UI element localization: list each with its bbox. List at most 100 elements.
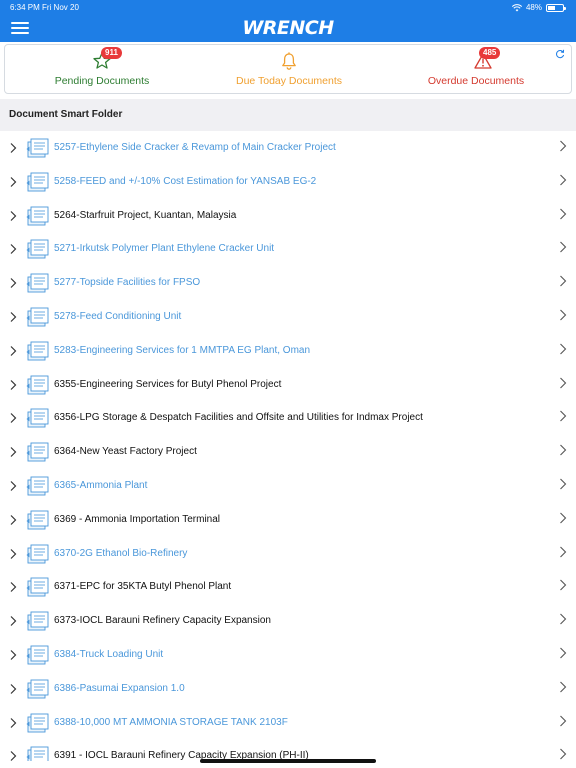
expand-arrow-icon[interactable] <box>8 412 18 424</box>
document-folder-icon <box>26 375 49 395</box>
list-item[interactable]: 6369 - Ammonia Importation Terminal <box>0 503 576 537</box>
document-title: 6364-New Yeast Factory Project <box>54 446 197 458</box>
document-title: 6388-10,000 MT AMMONIA STORAGE TANK 2103… <box>54 716 288 728</box>
chevron-right-icon <box>560 444 567 456</box>
expand-arrow-icon[interactable] <box>8 210 18 222</box>
list-item[interactable]: 6364-New Yeast Factory Project <box>0 435 576 469</box>
due-today-documents-button[interactable]: Due Today Documents <box>194 45 384 93</box>
document-title: 5257-Ethylene Side Cracker & Revamp of M… <box>54 142 336 153</box>
list-item[interactable]: 5258-FEED and +/-10% Cost Estimation for… <box>0 165 576 199</box>
chevron-right-icon <box>560 613 567 625</box>
status-bar: 6:34 PM Fri Nov 20 48% <box>0 0 576 14</box>
chevron-right-icon <box>560 512 567 524</box>
expand-arrow-icon[interactable] <box>8 750 18 761</box>
document-title: 6356-LPG Storage & Despatch Facilities a… <box>54 412 423 424</box>
list-item[interactable]: 6356-LPG Storage & Despatch Facilities a… <box>0 401 576 435</box>
chevron-right-icon <box>560 681 567 693</box>
chevron-right-icon <box>560 377 567 388</box>
document-title: 6384-Truck Loading Unit <box>54 648 164 660</box>
expand-arrow-icon[interactable] <box>8 311 18 323</box>
wifi-icon <box>511 3 522 11</box>
list-item[interactable]: 6388-10,000 MT AMMONIA STORAGE TANK 2103… <box>0 706 576 740</box>
pending-documents-button[interactable]: 911 Pending Documents <box>7 45 197 93</box>
document-title: 5277-Topside Facilities for FPSO <box>54 277 201 289</box>
chevron-right-icon <box>560 579 567 591</box>
document-folder-icon <box>26 172 49 192</box>
status-right: 48% <box>511 3 566 12</box>
document-title: 5278-Feed Conditioning Unit <box>54 310 182 322</box>
expand-arrow-icon[interactable] <box>8 379 18 391</box>
due-today-documents-label: Due Today Documents <box>235 75 343 87</box>
expand-arrow-icon[interactable] <box>8 446 18 458</box>
list-item[interactable]: 6373-IOCL Barauni Refinery Capacity Expa… <box>0 604 576 638</box>
expand-arrow-icon[interactable] <box>8 345 18 357</box>
document-folder-icon <box>26 746 49 761</box>
document-folder-icon <box>26 341 49 361</box>
list-item[interactable]: 5277-Topside Facilities for FPSO <box>0 266 576 300</box>
document-title: 6370-2G Ethanol Bio-Refinery <box>54 547 188 559</box>
chevron-right-icon <box>560 208 567 219</box>
document-title: 5271-Irkutsk Polymer Plant Ethylene Crac… <box>54 243 275 255</box>
pending-documents-label: Pending Documents <box>54 75 150 87</box>
pending-count-badge: 911 <box>101 47 122 59</box>
home-indicator[interactable] <box>200 759 376 763</box>
expand-arrow-icon[interactable] <box>8 514 18 526</box>
document-folder-icon <box>26 442 49 462</box>
chevron-right-icon <box>560 309 567 321</box>
chevron-right-icon <box>560 174 567 186</box>
list-item[interactable]: 5278-Feed Conditioning Unit <box>0 300 576 334</box>
chevron-right-icon <box>560 647 567 659</box>
list-item[interactable]: 5271-Irkutsk Polymer Plant Ethylene Crac… <box>0 232 576 266</box>
document-folder-icon <box>26 408 49 428</box>
chevron-right-icon <box>560 275 567 287</box>
expand-arrow-icon[interactable] <box>8 548 18 560</box>
list-item[interactable]: 6371-EPC for 35KTA Butyl Phenol Plant <box>0 570 576 604</box>
list-item[interactable]: 6365-Ammonia Plant <box>0 469 576 503</box>
expand-arrow-icon[interactable] <box>8 615 18 627</box>
document-title: 6369 - Ammonia Importation Terminal <box>54 513 221 525</box>
expand-arrow-icon[interactable] <box>8 142 18 154</box>
list-item[interactable]: 5283-Engineering Services for 1 MMTPA EG… <box>0 334 576 368</box>
document-folder-icon <box>26 510 49 530</box>
list-item[interactable]: 6384-Truck Loading Unit <box>0 638 576 672</box>
document-folder-icon <box>26 206 49 226</box>
top-nav-bar: 6:34 PM Fri Nov 20 48% WRENCH <box>0 0 576 42</box>
document-title: 5264-Starfruit Project, Kuantan, Malaysi… <box>54 209 237 221</box>
status-time: 6:34 PM <box>10 3 40 12</box>
document-title: 6365-Ammonia Plant <box>54 479 148 491</box>
expand-arrow-icon[interactable] <box>8 277 18 289</box>
expand-arrow-icon[interactable] <box>8 717 18 729</box>
refresh-icon[interactable] <box>555 49 565 59</box>
document-title: 6355-Engineering Services for Butyl Phen… <box>54 378 282 390</box>
document-folder-icon <box>26 577 49 597</box>
expand-arrow-icon[interactable] <box>8 480 18 492</box>
document-title: 6371-EPC for 35KTA Butyl Phenol Plant <box>54 581 232 593</box>
chevron-right-icon <box>560 478 567 490</box>
list-item[interactable]: 6370-2G Ethanol Bio-Refinery <box>0 537 576 571</box>
document-title: 5258-FEED and +/-10% Cost Estimation for… <box>54 175 317 187</box>
chevron-right-icon <box>560 748 567 760</box>
document-folder-icon <box>26 476 49 496</box>
document-title: 6386-Pasumai Expansion 1.0 <box>54 682 185 694</box>
list-item[interactable]: 5257-Ethylene Side Cracker & Revamp of M… <box>0 131 576 165</box>
expand-arrow-icon[interactable] <box>8 243 18 255</box>
document-title: 6373-IOCL Barauni Refinery Capacity Expa… <box>54 615 271 627</box>
overdue-documents-button[interactable]: 485 Overdue Documents <box>381 45 571 93</box>
document-folder-icon <box>26 713 49 732</box>
expand-arrow-icon[interactable] <box>8 649 18 661</box>
expand-arrow-icon[interactable] <box>8 176 18 188</box>
document-list: 5257-Ethylene Side Cracker & Revamp of M… <box>0 131 576 761</box>
chevron-right-icon <box>560 715 567 726</box>
list-item[interactable]: 6391 - IOCL Barauni Refinery Capacity Ex… <box>0 739 576 761</box>
expand-arrow-icon[interactable] <box>8 683 18 695</box>
list-item[interactable]: 6386-Pasumai Expansion 1.0 <box>0 672 576 706</box>
document-folder-icon <box>26 645 49 665</box>
bell-icon <box>282 52 296 70</box>
overdue-count-badge: 485 <box>479 47 501 59</box>
chevron-right-icon <box>560 343 567 355</box>
list-item[interactable]: 5264-Starfruit Project, Kuantan, Malaysi… <box>0 199 576 233</box>
list-item[interactable]: 6355-Engineering Services for Butyl Phen… <box>0 368 576 402</box>
expand-arrow-icon[interactable] <box>8 581 18 593</box>
chevron-right-icon <box>560 242 567 253</box>
chevron-right-icon <box>560 410 567 422</box>
